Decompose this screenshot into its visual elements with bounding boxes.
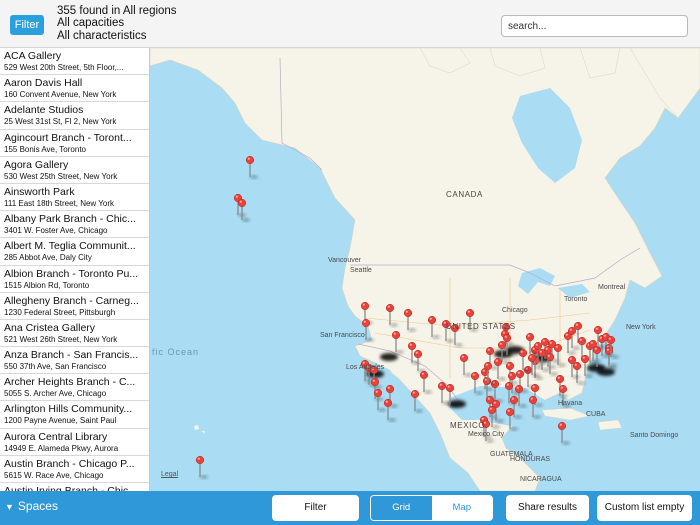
venue-address: 3401 W. Foster Ave, Chicago	[4, 226, 108, 236]
venue-address: 521 West 26th Street, New York	[4, 334, 118, 344]
list-item[interactable]: ACA Gallery 529 West 20th Street, 5th Flo…	[0, 48, 149, 76]
map-view-tab[interactable]: Map	[431, 496, 492, 520]
results-summary: 355 found in All regions All capacities …	[57, 5, 177, 42]
map-label-vancouver: Vancouver	[328, 257, 361, 264]
list-item[interactable]: Adelante Studios 25 West 31st St, Fl 2, N…	[0, 102, 149, 130]
list-item[interactable]: Aurora Central Library 14949 E. Alameda P…	[0, 429, 149, 456]
filter-bottom-button[interactable]: Filter	[272, 495, 359, 521]
list-item[interactable]: Anza Branch - San Francis... 550 37th Ave…	[0, 347, 149, 375]
map-label-havana: Havana	[558, 400, 583, 407]
venue-name: Agincourt Branch - Toront...	[4, 131, 132, 144]
list-item[interactable]: Albany Park Branch - Chic... 3401 W. Fost…	[0, 211, 149, 239]
list-item[interactable]: Archer Heights Branch - C... 5055 S. Arch…	[0, 374, 149, 402]
venue-name: Ana Cristea Gallery	[4, 321, 96, 334]
venue-name: Ainsworth Park	[4, 185, 75, 198]
map-label-san-francisco: San Francisco	[320, 332, 365, 339]
map-label-chicago: Chicago	[502, 307, 528, 314]
map-label-new-york: New York	[626, 324, 656, 331]
triangle-down-icon: ▼	[5, 502, 14, 512]
list-item[interactable]: Austin Irving Branch - Chic...	[0, 483, 149, 491]
map-label-mexico: MEXICO	[450, 421, 486, 430]
grid-view-tab[interactable]: Grid	[371, 496, 432, 520]
filter-button[interactable]: Filter	[10, 15, 44, 35]
venue-name: Albion Branch - Toronto Pu...	[4, 267, 139, 280]
spaces-toggle[interactable]: ▼ Spaces	[5, 499, 58, 513]
view-mode-segmented-control: Grid Map	[370, 495, 493, 521]
map-label-pacific-ocean: fic Ocean	[152, 347, 200, 357]
characteristics-filter-summary: All characteristics	[57, 29, 147, 42]
list-item[interactable]: Agincourt Branch - Toront... 155 Bonis Av…	[0, 130, 149, 157]
bottom-toolbar: ▼ Spaces Filter Grid Map Share results Cu…	[0, 491, 700, 525]
venue-address: 550 37th Ave, San Francisco	[4, 362, 107, 372]
results-count: 355 found in All regions	[57, 5, 177, 17]
search-input[interactable]	[501, 15, 688, 37]
venue-name: Aurora Central Library	[4, 430, 108, 443]
map-canvas[interactable]	[150, 48, 700, 491]
custom-list-button[interactable]: Custom list empty	[597, 495, 692, 521]
pin-cluster-shadow	[380, 353, 398, 361]
list-item[interactable]: Ainsworth Park 111 East 18th Street, New …	[0, 184, 149, 212]
list-item[interactable]: Agora Gallery 530 West 25th Street, New Y…	[0, 157, 149, 184]
map-label-nicaragua: NICARAGUA	[520, 476, 562, 483]
map-label-montreal: Montreal	[598, 284, 626, 291]
venue-address: 5055 S. Archer Ave, Chicago	[4, 389, 107, 399]
venue-address: 160 Convent Avenue, New York	[4, 90, 117, 100]
venue-address: 155 Bonis Ave, Toronto	[4, 144, 86, 154]
venue-name: Anza Branch - San Francis...	[4, 349, 139, 362]
list-item[interactable]: Ana Cristea Gallery 521 West 26th Street,…	[0, 320, 149, 348]
list-item[interactable]: Albert M. Teglia Communit... 285 Abbot Av…	[0, 238, 149, 266]
map-label-seattle: Seattle	[350, 267, 372, 274]
map-legal-link[interactable]: Legal	[161, 471, 178, 478]
venue-address: 529 West 20th Street, 5th Floor,...	[4, 63, 124, 72]
venue-address: 111 East 18th Street, New York	[4, 198, 114, 208]
list-item[interactable]: Austin Branch - Chicago P... 5615 W. Race…	[0, 456, 149, 483]
list-item[interactable]: Allegheny Branch - Carneg... 1230 Federal…	[0, 293, 149, 320]
venue-name: Archer Heights Branch - C...	[4, 376, 136, 389]
map-label-toronto: Toronto	[564, 296, 588, 303]
capacity-filter-summary: All capacities	[57, 17, 125, 30]
venue-address: 1200 Payne Avenue, Saint Paul	[4, 416, 117, 426]
hispaniola-island	[597, 419, 623, 431]
map-label-los-angeles: Los Angeles	[346, 364, 385, 371]
pin-cluster-shadow	[448, 400, 466, 408]
venue-list[interactable]: ACA Gallery 529 West 20th Street, 5th Flo…	[0, 48, 150, 491]
venue-address: 25 West 31st St, Fl 2, New York	[4, 117, 117, 127]
venue-address: 1230 Federal Street, Pittsburgh	[4, 307, 116, 317]
venue-name: Agora Gallery	[4, 158, 69, 171]
list-item[interactable]: Arlington Hills Community... 1200 Payne A…	[0, 401, 149, 429]
list-item[interactable]: Albion Branch - Toronto Pu... 1515 Albion…	[0, 266, 149, 293]
list-item[interactable]: Aaron Davis Hall 160 Convent Avenue, New …	[0, 75, 149, 103]
venue-name: Aaron Davis Hall	[4, 77, 83, 90]
map-view[interactable]: CANADA UNITED STATES MEXICO fic Ocean Va…	[150, 48, 700, 491]
venue-name: ACA Gallery	[4, 50, 62, 62]
top-bar: Filter 355 found in All regions All capa…	[0, 0, 700, 48]
map-label-united-states: UNITED STATES	[446, 322, 516, 331]
map-label-canada: CANADA	[446, 190, 483, 199]
venue-name: Allegheny Branch - Carneg...	[4, 294, 139, 307]
venue-name: Arlington Hills Community...	[4, 403, 133, 416]
venue-name: Adelante Studios	[4, 104, 84, 117]
venue-name: Albert M. Teglia Communit...	[4, 240, 136, 253]
map-label-santo-domingo: Santo Domingo	[630, 432, 679, 439]
map-label-cuba: CUBA	[586, 411, 606, 418]
venue-name: Austin Branch - Chicago P...	[4, 457, 135, 470]
venue-address: 1515 Albion Rd, Toronto	[4, 280, 90, 290]
venue-address: 5615 W. Race Ave, Chicago	[4, 470, 104, 480]
venue-address: 285 Abbot Ave, Daly City	[4, 253, 92, 263]
venue-address: 530 West 25th Street, New York	[4, 171, 118, 181]
venue-address: 14949 E. Alameda Pkwy, Aurora	[4, 443, 119, 453]
venue-name: Albany Park Branch - Chic...	[4, 213, 136, 226]
spaces-label: Spaces	[17, 499, 58, 513]
share-results-button[interactable]: Share results	[506, 495, 589, 521]
map-label-mexico-city: Mexico City	[468, 431, 505, 438]
map-label-honduras: HONDURAS	[510, 456, 551, 463]
